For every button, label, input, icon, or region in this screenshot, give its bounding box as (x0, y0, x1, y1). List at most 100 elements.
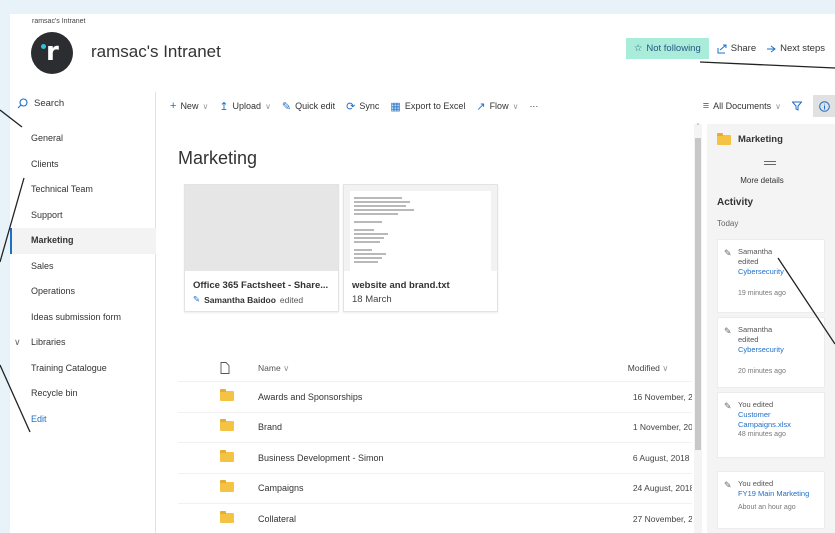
upload-button[interactable]: ↥ Upload ∨ (219, 100, 271, 113)
nav-item-clients[interactable]: Clients (10, 152, 156, 178)
activity-card[interactable]: ✎ You edited Customer Campaigns.xlsx 48 … (717, 392, 825, 458)
nav-edit-link[interactable]: Edit (10, 407, 156, 433)
nav-item-sales[interactable]: Sales (10, 254, 156, 280)
activity-time: About an hour ago (738, 504, 796, 511)
not-following-button[interactable]: ☆ Not following (625, 38, 709, 59)
not-following-label: Not following (646, 43, 701, 54)
activity-file-link[interactable]: Customer Campaigns.xlsx (738, 410, 818, 430)
site-logo[interactable]: r (31, 32, 73, 74)
sync-button[interactable]: ⟳ Sync (346, 100, 379, 113)
new-label: New (180, 101, 199, 111)
pencil-icon: ✎ (193, 294, 201, 304)
file-list-header: Name ∨ Modified ∨ (178, 356, 692, 381)
scroll-up-icon[interactable]: ˆ (694, 124, 702, 134)
nav-item-ideas-submission-form[interactable]: Ideas submission form (10, 305, 156, 331)
view-selector[interactable]: ≡ All Documents ∨ (703, 100, 781, 112)
document-thumbnail (185, 185, 338, 271)
activity-file-link[interactable]: Cybersecurity (738, 345, 818, 355)
file-name[interactable]: Business Development - Simon (258, 453, 633, 463)
flow-button[interactable]: ↗ Flow ∨ (476, 100, 518, 113)
nav-item-training-catalogue[interactable]: Training Catalogue (10, 356, 156, 382)
site-breadcrumb[interactable]: ramsac's Intranet (32, 18, 85, 25)
file-name[interactable]: Brand (258, 422, 633, 432)
search-icon (17, 98, 28, 109)
name-column-header[interactable]: Name ∨ (258, 363, 628, 374)
plus-icon: + (170, 100, 177, 112)
sync-label: Sync (359, 101, 380, 111)
file-type-column-header[interactable] (178, 361, 230, 376)
file-modified: 1 November, 2018 (632, 422, 692, 433)
activity-card[interactable]: ✎ Samantha edited Cybersecurity 20 minut… (717, 317, 825, 388)
activity-file-link[interactable]: Cybersecurity (738, 267, 818, 277)
share-label: Share (730, 43, 757, 54)
activity-time: 48 minutes ago (738, 431, 786, 438)
folder-icon (178, 480, 234, 494)
quick-edit-button[interactable]: ✎ Quick edit (282, 100, 335, 113)
file-name[interactable]: Campaigns (258, 483, 633, 493)
more-commands-button[interactable]: ··· (529, 101, 538, 111)
file-modified: 24 August, 2018 (632, 483, 692, 494)
scrollbar-thumb[interactable] (695, 138, 701, 450)
info-pane-button[interactable] (813, 95, 835, 117)
list-view-icon: ≡ (702, 100, 710, 112)
next-steps-icon (767, 45, 776, 52)
modified-column-label: Modified (627, 363, 660, 373)
table-row[interactable]: Campaigns 24 August, 2018 (178, 472, 692, 504)
chevron-down-icon: ∨ (283, 363, 290, 373)
filter-button[interactable] (792, 101, 802, 111)
more-details-icon[interactable] (764, 161, 776, 167)
pencil-icon: ✎ (724, 248, 732, 258)
table-row[interactable]: Awards and Sponsorships 16 November, 201… (178, 381, 692, 412)
file-name[interactable]: Awards and Sponsorships (258, 392, 633, 402)
pencil-icon: ✎ (724, 326, 732, 336)
table-row[interactable]: Collateral 27 November, 2018 (178, 503, 692, 533)
share-button[interactable]: Share (717, 43, 756, 54)
activity-file-link[interactable]: FY19 Main Marketing (738, 489, 818, 499)
library-title: Marketing (178, 148, 258, 168)
logo-letter: r (46, 37, 59, 67)
chevron-down-icon: ∨ (202, 101, 209, 111)
nav-item-technical-team[interactable]: Technical Team (10, 177, 156, 203)
chevron-down-icon: ∨ (662, 363, 669, 373)
site-title[interactable]: ramsac's Intranet (91, 42, 221, 62)
info-icon (818, 100, 830, 112)
search-label: Search (34, 98, 65, 109)
pencil-icon: ✎ (281, 100, 292, 113)
document-card[interactable]: website and brand.txt 18 March (343, 184, 498, 312)
activity-card[interactable]: ✎ Samantha edited Cybersecurity 19 minut… (717, 239, 825, 313)
export-to-excel-button[interactable]: ▦ Export to Excel (390, 100, 465, 113)
activity-card[interactable]: ✎ You edited FY19 Main Marketing About a… (717, 471, 825, 529)
file-modified: 16 November, 2018 (632, 391, 692, 402)
nav-item-support[interactable]: Support (10, 203, 156, 229)
table-row[interactable]: Business Development - Simon 6 August, 2… (178, 442, 692, 473)
modified-column-header[interactable]: Modified ∨ (628, 363, 692, 374)
main-scrollbar[interactable]: ˆ (694, 124, 702, 533)
nav-item-libraries[interactable]: ∨ Libraries (10, 330, 156, 356)
file-list: Name ∨ Modified ∨ Awards and Sponsorship… (178, 356, 692, 533)
document-card-author: Samantha Baidoo (204, 294, 276, 305)
activity-user: Samantha (738, 325, 773, 334)
export-label: Export to Excel (404, 101, 466, 111)
next-steps-label: Next steps (780, 43, 825, 54)
excel-icon: ▦ (390, 100, 401, 113)
more-details-link[interactable]: More details (707, 176, 817, 185)
next-steps-button[interactable]: Next steps (766, 43, 825, 54)
new-button[interactable]: + New ∨ (170, 100, 208, 112)
file-name[interactable]: Collateral (258, 514, 633, 524)
table-row[interactable]: Brand 1 November, 2018 (178, 411, 692, 443)
nav-item-marketing[interactable]: Marketing (10, 228, 156, 254)
chevron-down-icon: ∨ (14, 337, 21, 347)
nav-item-general[interactable]: General (10, 126, 156, 152)
upload-icon: ↥ (219, 100, 229, 113)
sharepoint-window: ramsac's Intranet r ramsac's Intranet ☆ … (10, 14, 835, 533)
document-card[interactable]: Office 365 Factsheet - Share... ✎ Samant… (184, 184, 339, 312)
command-bar: + New ∨ ↥ Upload ∨ ✎ Quick edit ⟳ Sync ▦ Export… (170, 95, 835, 117)
nav-item-recycle-bin[interactable]: Recycle bin (10, 381, 156, 407)
folder-icon (178, 510, 234, 525)
file-modified: 27 November, 2018 (632, 513, 692, 524)
nav-item-operations[interactable]: Operations (10, 279, 156, 305)
nav-search[interactable]: Search (17, 98, 64, 109)
filter-icon (792, 101, 802, 111)
activity-action: edited (738, 335, 759, 344)
document-icon (220, 361, 230, 374)
